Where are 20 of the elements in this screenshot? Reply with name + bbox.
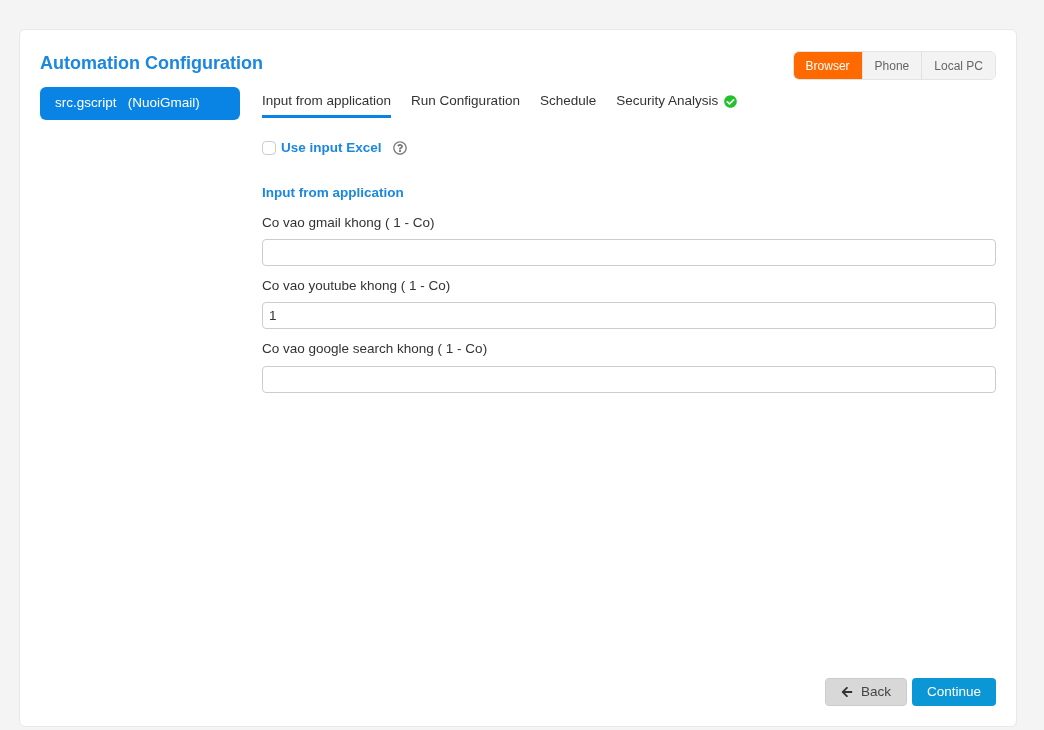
field-label: Co vao gmail khong ( 1 - Co) bbox=[262, 213, 436, 232]
input-field[interactable] bbox=[262, 365, 996, 393]
tab[interactable]: Security Analysis bbox=[616, 87, 738, 119]
checkbox[interactable] bbox=[262, 141, 276, 156]
target-tab[interactable]: Phone bbox=[861, 52, 922, 79]
field-label: Co vao youtube khong ( 1 - Co) bbox=[262, 277, 452, 295]
tab[interactable]: Schedule bbox=[539, 87, 597, 119]
section-title: Input from application bbox=[262, 183, 405, 202]
page-title: Automation Configuration bbox=[40, 52, 263, 75]
help-icon[interactable] bbox=[392, 141, 407, 156]
tab[interactable]: Run Configuration bbox=[411, 87, 520, 119]
field-label: Co vao google search khong ( 1 - Co) bbox=[262, 340, 489, 359]
sidebar-item[interactable]: src.gscript (NuoiGmail) bbox=[40, 87, 240, 120]
checkbox-label: Use input Excel bbox=[281, 139, 382, 158]
arrow-left-icon bbox=[840, 686, 853, 698]
input-field[interactable] bbox=[262, 239, 996, 266]
input-field[interactable]: 1 bbox=[262, 302, 996, 330]
tab[interactable]: Input from application bbox=[262, 87, 392, 119]
target-tab[interactable]: Local PC bbox=[921, 52, 995, 79]
back-button[interactable]: Back bbox=[824, 678, 907, 706]
